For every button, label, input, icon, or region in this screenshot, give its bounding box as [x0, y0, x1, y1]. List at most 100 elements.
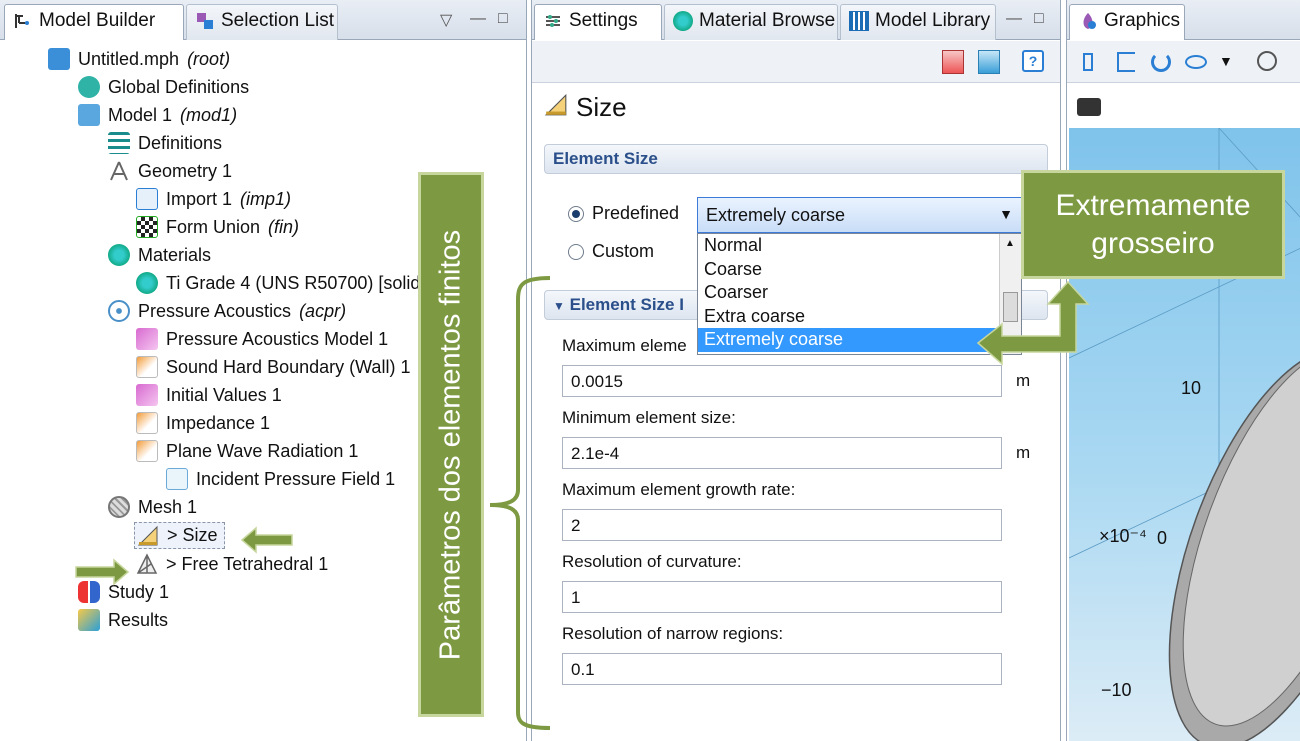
- tab-model-library-label: Model Library: [875, 10, 991, 31]
- mesh-icon: [108, 496, 130, 518]
- tab-model-library[interactable]: Model Library: [840, 4, 996, 40]
- tree-item-results[interactable]: Results: [78, 606, 168, 634]
- tree-item-model[interactable]: Model 1 (mod1): [78, 101, 237, 129]
- tree-item-label: Pressure Acoustics: [138, 300, 292, 321]
- dropdown-option[interactable]: Coarse: [698, 258, 1021, 282]
- dropdown-option[interactable]: Coarser: [698, 281, 1021, 305]
- size-icon: [544, 93, 568, 122]
- element-size-section-header[interactable]: Element Size: [544, 144, 1048, 174]
- min-element-size-label: Minimum element size:: [562, 408, 736, 427]
- material-browser-icon: [673, 11, 693, 31]
- tree-item-geometry[interactable]: Geometry 1: [108, 157, 232, 185]
- curvature-resolution-input[interactable]: 1: [562, 581, 1002, 613]
- tree-item-label: Pressure Acoustics Model 1: [166, 328, 389, 349]
- rotate-icon[interactable]: [1151, 52, 1171, 72]
- tree-item-label: Model 1: [108, 104, 173, 125]
- view-menu-icon[interactable]: ▽: [440, 10, 452, 30]
- max-element-size-label: Maximum eleme: [562, 336, 687, 355]
- tab-settings-label: Settings: [569, 10, 638, 31]
- tab-settings[interactable]: Settings: [534, 4, 662, 40]
- chevron-down-icon[interactable]: ▼: [1219, 53, 1233, 69]
- tree-item-import[interactable]: Import 1 (imp1): [136, 185, 291, 213]
- tree-item-label: Impedance 1: [166, 412, 271, 433]
- graphics-panel: Graphics ▼ 10 ×10⁻⁴ 0 −10: [1066, 0, 1300, 741]
- tree-item-suffix: (fin): [268, 216, 300, 237]
- custom-radio[interactable]: Custom: [568, 241, 654, 262]
- camera-icon[interactable]: [1077, 98, 1101, 116]
- callout-vertical-text: Parâmetros dos elementos finitos: [434, 229, 467, 660]
- dropdown-option-selected[interactable]: Extremely coarse: [698, 328, 1021, 352]
- collapse-arrow-icon: ▼: [553, 299, 565, 313]
- dropdown-scrollbar[interactable]: ▲: [999, 234, 1021, 354]
- tree-item-form-union[interactable]: Form Union (fin): [136, 213, 299, 241]
- tree-item-incident-pressure-field[interactable]: Incident Pressure Field 1: [166, 465, 395, 493]
- definitions-icon: [108, 132, 130, 154]
- maximize-icon[interactable]: □: [498, 10, 508, 28]
- minimize-icon[interactable]: —: [1006, 10, 1022, 28]
- eye-icon[interactable]: [1185, 55, 1207, 69]
- tree-item-suffix: (mod1): [180, 104, 238, 125]
- tree-item-size[interactable]: > Size: [134, 522, 225, 549]
- axis-tick-label: −10: [1101, 680, 1132, 700]
- help-icon[interactable]: ?: [1022, 50, 1044, 72]
- tree-item-initial-values[interactable]: Initial Values 1: [136, 381, 282, 409]
- build-all-icon[interactable]: [978, 50, 1000, 74]
- section-title: Element Size: [553, 149, 658, 168]
- pressure-acoustics-icon: [108, 300, 130, 322]
- growth-rate-input[interactable]: 2: [562, 509, 1002, 541]
- callout-text: Extremamente grosseiro: [1055, 189, 1251, 260]
- tree-item-root[interactable]: Untitled.mph (root): [48, 45, 230, 73]
- view-icon[interactable]: [1117, 52, 1135, 72]
- minimize-icon[interactable]: —: [470, 10, 486, 28]
- tree-item-acoustics-model[interactable]: Pressure Acoustics Model 1: [136, 325, 388, 353]
- maximize-icon[interactable]: □: [1034, 10, 1044, 28]
- tree-item-label: Import 1: [166, 188, 233, 209]
- tree-item-material-ti[interactable]: Ti Grade 4 (UNS R50700) [solid]: [136, 269, 425, 297]
- chevron-down-icon: ▼: [999, 206, 1013, 222]
- scroll-up-icon[interactable]: ▲: [1005, 238, 1015, 249]
- model-library-icon: [849, 11, 869, 31]
- zoom-in-icon[interactable]: [1257, 51, 1277, 71]
- tree-item-free-tetrahedral[interactable]: > Free Tetrahedral 1: [136, 550, 328, 578]
- build-selected-icon[interactable]: [942, 50, 964, 74]
- axis-tick-label: 0: [1157, 528, 1168, 548]
- plane-wave-icon: [136, 440, 158, 462]
- dropdown-option[interactable]: Normal: [698, 234, 1021, 258]
- form-union-icon: [136, 216, 158, 238]
- tree-item-pressure-acoustics[interactable]: Pressure Acoustics (acpr): [108, 297, 346, 325]
- tree-item-label: Ti Grade 4 (UNS R50700) [solid]: [166, 272, 426, 293]
- predefined-radio[interactable]: Predefined: [568, 203, 679, 224]
- tree-item-global-definitions[interactable]: Global Definitions: [78, 73, 249, 101]
- settings-icon: [543, 11, 563, 31]
- predefined-label: Predefined: [592, 203, 680, 223]
- results-icon: [78, 609, 100, 631]
- tab-model-builder-label: Model Builder: [39, 10, 156, 31]
- global-definitions-icon: [78, 76, 100, 98]
- size-icon: [137, 525, 159, 547]
- min-element-size-input[interactable]: 2.1e-4: [562, 437, 1002, 469]
- tree-item-materials[interactable]: Materials: [108, 241, 211, 269]
- tab-graphics[interactable]: Graphics: [1069, 4, 1185, 40]
- tab-material-browser[interactable]: Material Browse: [664, 4, 838, 40]
- tab-model-builder[interactable]: Model Builder: [4, 4, 184, 40]
- predefined-size-select[interactable]: Extremely coarse ▼: [697, 197, 1022, 233]
- narrow-regions-input[interactable]: 0.1: [562, 653, 1002, 685]
- left-tabbar: Model Builder Selection List ▽ — □: [0, 0, 526, 40]
- tree-item-study[interactable]: Study 1: [78, 578, 169, 606]
- tree-item-label: Initial Values 1: [166, 384, 282, 405]
- tree-item-mesh[interactable]: Mesh 1: [108, 493, 197, 521]
- scrollbar-thumb[interactable]: [1003, 292, 1018, 322]
- tree-item-plane-wave-radiation[interactable]: Plane Wave Radiation 1: [136, 437, 358, 465]
- boundary-icon: [136, 356, 158, 378]
- right-tabbar: Graphics: [1067, 0, 1300, 40]
- max-element-size-input[interactable]: 0.0015: [562, 365, 1002, 397]
- tree-item-sound-hard-boundary[interactable]: Sound Hard Boundary (Wall) 1: [136, 353, 410, 381]
- tab-selection-list[interactable]: Selection List: [186, 4, 338, 40]
- tree-item-impedance[interactable]: Impedance 1: [136, 409, 270, 437]
- graphics-icon: [1078, 11, 1098, 31]
- tree-item-definitions[interactable]: Definitions: [108, 129, 222, 157]
- page-title: Size: [576, 92, 627, 122]
- zoom-box-icon[interactable]: [1083, 53, 1093, 71]
- dropdown-option[interactable]: Extra coarse: [698, 305, 1021, 329]
- incident-field-icon: [166, 468, 188, 490]
